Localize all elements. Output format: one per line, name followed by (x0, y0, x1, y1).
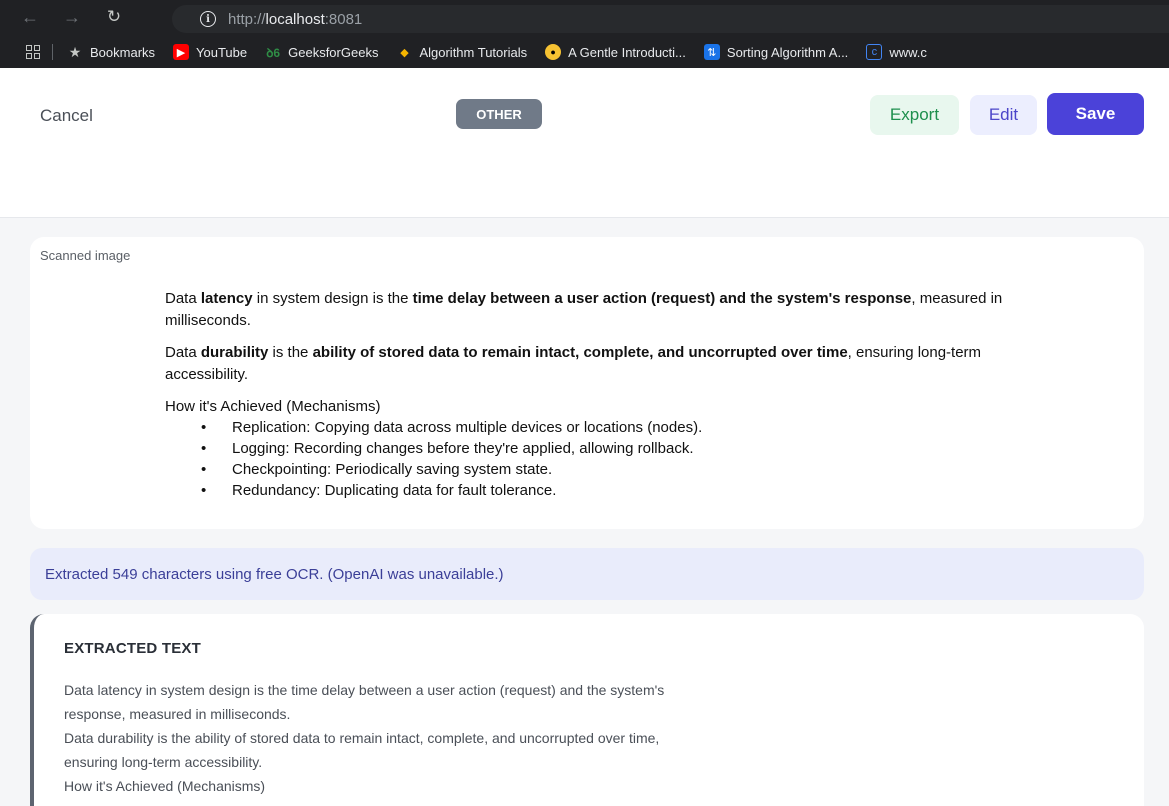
save-button[interactable]: Save (1047, 93, 1144, 135)
extracted-line: response, measured in milliseconds. (64, 706, 291, 722)
export-button[interactable]: Export (870, 95, 959, 135)
url-port: :8081 (324, 10, 363, 28)
extracted-line: How it's Achieved (Mechanisms) (64, 778, 266, 794)
bookmark-label: YouTube (196, 44, 248, 60)
category-badge: OTHER (456, 99, 542, 129)
app-header (0, 68, 1169, 218)
sorting-icon: ⇅ (703, 44, 720, 60)
list-item: Checkpointing: Periodically saving syste… (201, 459, 1045, 480)
extracted-line: Data durability is the ability of stored… (64, 730, 660, 746)
youtube-icon: ▶ (173, 44, 190, 60)
forward-arrow-icon[interactable]: → (60, 5, 84, 29)
extracted-line: ensuring long-term accessibility. (64, 754, 263, 770)
scan-paragraph-latency: Data latency in system design is the tim… (165, 290, 1003, 329)
cancel-button[interactable]: Cancel (40, 106, 93, 126)
bookmark-youtube[interactable]: ▶ YouTube (173, 44, 247, 60)
address-bar[interactable]: i http://localhost:8081 (172, 5, 1169, 33)
scanned-image-label: Scanned image (40, 248, 131, 263)
scanned-image-content: Data latency in system design is the tim… (165, 288, 1045, 501)
bookmark-gentle-intro[interactable]: ● A Gentle Introducti... (545, 44, 686, 60)
browser-nav-row: ← → ↻ i http://localhost:8081 (0, 0, 1169, 34)
extracted-text-body[interactable]: Data latency in system design is the tim… (64, 678, 864, 798)
back-arrow-icon[interactable]: ← (18, 5, 42, 29)
extracted-line: Data latency in system design is the tim… (64, 682, 665, 698)
scan-heading-mechanisms: How it's Achieved (Mechanisms) (165, 398, 381, 415)
bookmark-label: Algorithm Tutorials (419, 44, 528, 60)
algorithm-icon: ◆ (400, 46, 409, 59)
list-item: Logging: Recording changes before they'r… (201, 438, 1045, 459)
browser-chrome: ← → ↻ i http://localhost:8081 ★ Bookmarks… (0, 0, 1169, 68)
apps-grid-icon[interactable] (26, 45, 40, 59)
edit-button[interactable]: Edit (970, 95, 1037, 135)
bookmark-label: www.c (889, 44, 927, 60)
gfg-icon: ꝺ6 (266, 45, 281, 60)
url-scheme: http:// (228, 10, 266, 28)
bookmark-sorting-algorithm[interactable]: ⇅ Sorting Algorithm A... (703, 44, 849, 60)
list-item: Redundancy: Duplicating data for fault t… (201, 480, 1045, 501)
bookmark-www[interactable]: c www.c (866, 44, 927, 60)
ocr-info-banner: Extracted 549 characters using free OCR.… (30, 548, 1144, 600)
site-icon: c (866, 44, 883, 60)
scan-paragraph-durability: Data durability is the ability of stored… (165, 344, 982, 383)
site-info-icon[interactable]: i (200, 11, 216, 27)
extracted-text-title: EXTRACTED TEXT (64, 640, 201, 657)
reload-icon[interactable]: ↻ (102, 5, 126, 29)
bookmark-label: A Gentle Introducti... (568, 44, 686, 60)
url-host: localhost (265, 10, 325, 28)
scanned-image-card: Scanned image Data latency in system des… (30, 237, 1144, 529)
bookmark-label: GeeksforGeeks (288, 44, 379, 60)
bookmark-label: Sorting Algorithm A... (726, 44, 849, 60)
scan-mechanisms-list: Replication: Copying data across multipl… (201, 417, 1045, 501)
bookmark-algorithm-tutorials[interactable]: ◆ Algorithm Tutorials (396, 44, 527, 60)
bookmarks-separator (52, 44, 53, 60)
bookmark-geeksforgeeks[interactable]: ꝺ6 GeeksforGeeks (265, 44, 378, 60)
extracted-text-card: EXTRACTED TEXT Data latency in system de… (30, 614, 1144, 806)
star-icon: ★ (68, 43, 82, 60)
list-item: Replication: Copying data across multipl… (201, 417, 1045, 438)
bookmark-label: Bookmarks (90, 44, 156, 60)
emoji-icon: ● (545, 44, 562, 60)
bookmarks-bar: ★ Bookmarks ▶ YouTube ꝺ6 GeeksforGeeks ◆ Alg… (0, 36, 1169, 68)
url-text: http://localhost:8081 (228, 11, 362, 28)
bookmark-bookmarks[interactable]: ★ Bookmarks (67, 44, 155, 60)
